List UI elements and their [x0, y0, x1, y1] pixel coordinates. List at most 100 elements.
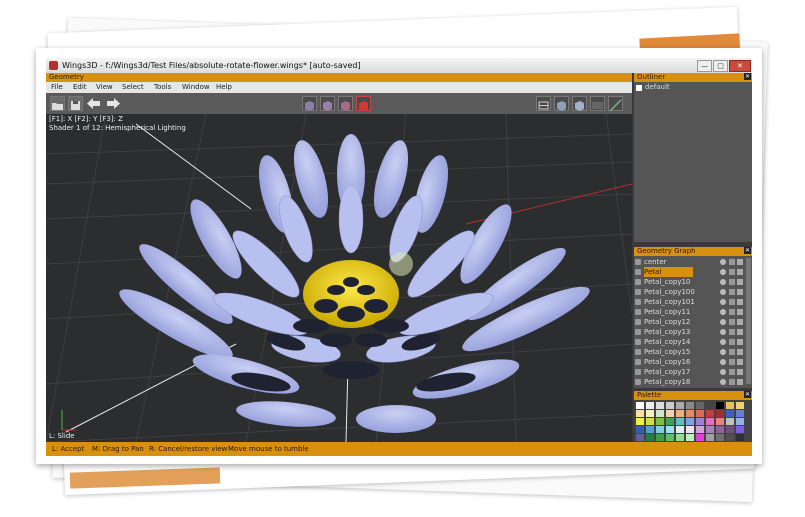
eye-icon[interactable]: [720, 279, 726, 285]
eye-icon[interactable]: [720, 379, 726, 385]
open-icon[interactable]: [50, 96, 65, 111]
geometry-graph-scrollbar[interactable]: [746, 258, 751, 384]
palette-swatch[interactable]: [676, 418, 684, 425]
graph-row[interactable]: Petal_copy13: [634, 327, 744, 337]
palette-swatch[interactable]: [686, 418, 694, 425]
eye-icon[interactable]: [720, 299, 726, 305]
lock-icon[interactable]: [729, 289, 735, 295]
palette-swatch[interactable]: [686, 426, 694, 433]
wire-cube-icon[interactable]: [737, 309, 743, 315]
palette-swatch[interactable]: [726, 434, 734, 441]
lock-icon[interactable]: [729, 329, 735, 335]
graph-row[interactable]: Petal_copy17: [634, 367, 744, 377]
3d-viewport[interactable]: [F1]: X [F2]: Y [F3]: Z Shader 1 of 12: …: [46, 114, 632, 442]
graph-row[interactable]: Petal_copy12: [634, 317, 744, 327]
menu-edit[interactable]: Edit: [73, 82, 87, 93]
palette-swatch[interactable]: [656, 410, 664, 417]
wire-cube-icon[interactable]: [737, 379, 743, 385]
palette-swatch[interactable]: [696, 434, 704, 441]
palette-swatch[interactable]: [646, 402, 654, 409]
palette-swatch[interactable]: [686, 402, 694, 409]
palette-swatch[interactable]: [636, 418, 644, 425]
lock-icon[interactable]: [729, 349, 735, 355]
palette-swatch[interactable]: [646, 418, 654, 425]
wire-cube-icon[interactable]: [737, 359, 743, 365]
wire-cube-icon[interactable]: [737, 319, 743, 325]
palette-swatch[interactable]: [636, 402, 644, 409]
graph-row-selected[interactable]: Petal: [634, 267, 744, 277]
wire-cube-icon[interactable]: [737, 299, 743, 305]
palette-swatch[interactable]: [636, 426, 644, 433]
palette-swatch[interactable]: [716, 434, 724, 441]
close-button[interactable]: ✕: [729, 60, 751, 72]
palette-swatch[interactable]: [646, 434, 654, 441]
save-icon[interactable]: [68, 96, 83, 111]
eye-icon[interactable]: [720, 369, 726, 375]
lock-icon[interactable]: [729, 269, 735, 275]
palette-swatch[interactable]: [726, 426, 734, 433]
palette-swatch[interactable]: [656, 418, 664, 425]
eye-icon[interactable]: [720, 349, 726, 355]
wire-cube-icon[interactable]: [737, 279, 743, 285]
graph-row[interactable]: Petal_copy101: [634, 297, 744, 307]
lock-icon[interactable]: [729, 379, 735, 385]
menu-window[interactable]: Window: [182, 82, 210, 93]
palette-swatch[interactable]: [706, 418, 714, 425]
graph-row[interactable]: Petal_copy10: [634, 277, 744, 287]
lock-icon[interactable]: [729, 309, 735, 315]
palette-swatch[interactable]: [666, 426, 674, 433]
lock-icon[interactable]: [729, 319, 735, 325]
palette-swatch[interactable]: [666, 402, 674, 409]
palette-swatch[interactable]: [706, 410, 714, 417]
graph-row[interactable]: Petal_copy18: [634, 377, 744, 387]
graph-row[interactable]: Petal_copy16: [634, 357, 744, 367]
maximize-button[interactable]: □: [713, 60, 728, 72]
palette-swatch[interactable]: [736, 418, 744, 425]
smooth-icon[interactable]: [572, 96, 587, 111]
palette-swatch[interactable]: [676, 434, 684, 441]
lock-icon[interactable]: [729, 299, 735, 305]
menu-tools[interactable]: Tools: [154, 82, 171, 93]
menu-view[interactable]: View: [96, 82, 113, 93]
wire-cube-icon[interactable]: [737, 339, 743, 345]
wire-cube-icon[interactable]: [737, 369, 743, 375]
graph-row[interactable]: Petal_copy100: [634, 287, 744, 297]
outliner-item-default[interactable]: default: [645, 83, 670, 91]
palette-swatch[interactable]: [716, 426, 724, 433]
lock-icon[interactable]: [729, 369, 735, 375]
palette-swatch[interactable]: [736, 402, 744, 409]
menu-select[interactable]: Select: [122, 82, 144, 93]
eye-icon[interactable]: [720, 269, 726, 275]
palette-swatch[interactable]: [736, 434, 744, 441]
lock-icon[interactable]: [729, 359, 735, 365]
wire-cube-icon[interactable]: [737, 349, 743, 355]
palette-swatch[interactable]: [686, 434, 694, 441]
palette-swatch[interactable]: [676, 426, 684, 433]
outliner-close-icon[interactable]: ✕: [744, 73, 751, 80]
wire-cube-icon[interactable]: [737, 269, 743, 275]
minimize-button[interactable]: —: [697, 60, 712, 72]
palette-swatch[interactable]: [736, 410, 744, 417]
palette-swatch[interactable]: [726, 402, 734, 409]
face-mode-icon[interactable]: [338, 96, 353, 111]
eye-icon[interactable]: [720, 309, 726, 315]
palette-swatch[interactable]: [676, 402, 684, 409]
palette-swatch[interactable]: [696, 410, 704, 417]
palette-swatch[interactable]: [726, 418, 734, 425]
wire-cube-icon[interactable]: [737, 259, 743, 265]
palette-close-icon[interactable]: ✕: [744, 391, 751, 398]
eye-icon[interactable]: [720, 319, 726, 325]
palette-swatch[interactable]: [716, 418, 724, 425]
geometry-graph-close-icon[interactable]: ✕: [744, 247, 751, 254]
palette-swatch[interactable]: [656, 426, 664, 433]
palette-swatch[interactable]: [636, 410, 644, 417]
undo-arrow-icon[interactable]: [86, 96, 101, 111]
palette-swatch[interactable]: [696, 426, 704, 433]
eye-icon[interactable]: [720, 259, 726, 265]
graph-row[interactable]: Petal_copy15: [634, 347, 744, 357]
palette-swatch[interactable]: [666, 418, 674, 425]
eye-icon[interactable]: [720, 339, 726, 345]
wireframe-icon[interactable]: [536, 96, 551, 111]
palette-swatch[interactable]: [716, 410, 724, 417]
lock-icon[interactable]: [729, 279, 735, 285]
